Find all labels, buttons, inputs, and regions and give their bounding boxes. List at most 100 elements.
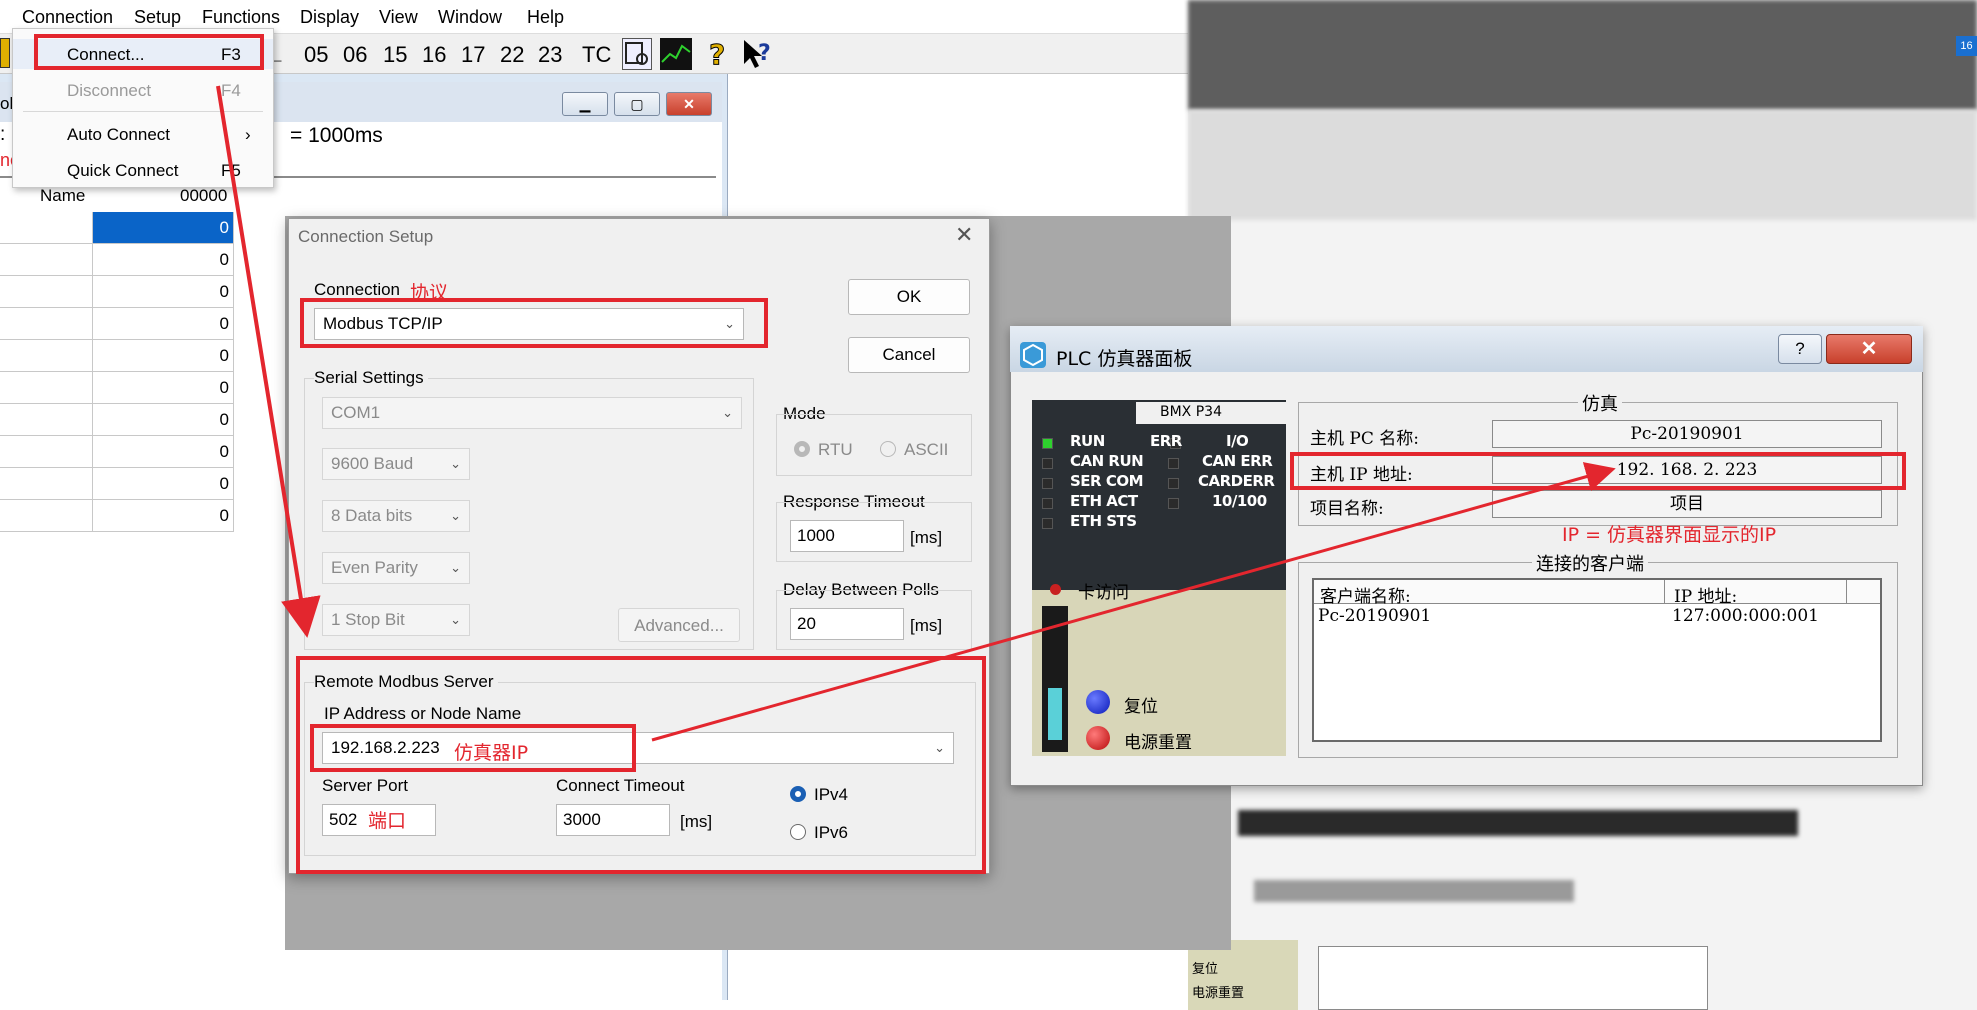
ipv4-radio[interactable] bbox=[790, 786, 806, 802]
row-value-cell[interactable]: 0 bbox=[93, 468, 234, 500]
row-name-cell[interactable] bbox=[0, 308, 93, 340]
delay-polls-input[interactable]: 20 bbox=[790, 608, 904, 640]
can-err-led bbox=[1168, 458, 1179, 469]
plc-close-button[interactable]: ✕ bbox=[1826, 334, 1912, 364]
dialog-title: Connection Setup bbox=[298, 227, 434, 246]
rtu-radio[interactable] bbox=[794, 441, 810, 457]
toolbar-fc-15[interactable]: 15 bbox=[383, 42, 407, 68]
toolbar-help-icon[interactable]: ? bbox=[706, 38, 730, 72]
chevron-right-icon: › bbox=[245, 125, 251, 144]
plc-help-button[interactable]: ? bbox=[1778, 334, 1822, 364]
advanced-button[interactable]: Advanced... bbox=[618, 608, 740, 642]
plc-app-icon bbox=[1020, 342, 1046, 368]
led-label-run: RUN bbox=[1070, 432, 1105, 450]
row-value-cell[interactable]: 0 bbox=[93, 244, 234, 276]
toolbar-fc-06[interactable]: 06 bbox=[343, 42, 367, 68]
minimize-button[interactable]: ▁ bbox=[562, 92, 608, 116]
ok-button[interactable]: OK bbox=[848, 279, 970, 315]
menu-connection[interactable]: Connection bbox=[22, 7, 113, 28]
row-value-cell[interactable]: 0 bbox=[93, 340, 234, 372]
menu-help[interactable]: Help bbox=[527, 7, 564, 28]
row-value-cell[interactable]: 0 bbox=[93, 372, 234, 404]
client-ip-value: 127:000:000:001 bbox=[1672, 606, 1819, 626]
svg-text:?: ? bbox=[758, 41, 771, 66]
chevron-down-icon: ⌄ bbox=[450, 612, 461, 627]
response-timeout-input[interactable]: 1000 bbox=[790, 520, 904, 552]
toolbar-edge-icon[interactable] bbox=[0, 38, 10, 68]
connect-timeout-input[interactable]: 3000 bbox=[556, 804, 670, 836]
menu-window[interactable]: Window bbox=[438, 7, 502, 28]
connection-select[interactable]: Modbus TCP/IP ⌄ bbox=[314, 308, 744, 340]
row-name-cell[interactable] bbox=[0, 244, 93, 276]
plc-title: PLC 仿真器面板 bbox=[1056, 348, 1193, 370]
table-row: 0 bbox=[0, 372, 234, 404]
row-name-cell[interactable] bbox=[0, 212, 93, 244]
client-name-value: Pc-20190901 bbox=[1318, 606, 1432, 626]
led-label-err: ERR bbox=[1150, 432, 1182, 450]
led-label-eth-sts: ETH STS bbox=[1070, 512, 1137, 530]
simulation-group-label: 仿真 bbox=[1578, 390, 1622, 416]
toolbar-context-help-icon[interactable]: ? bbox=[742, 38, 774, 70]
ascii-radio[interactable] bbox=[880, 441, 896, 457]
chevron-down-icon: ⌄ bbox=[450, 560, 461, 575]
com-port-select[interactable]: COM1 ⌄ bbox=[322, 397, 742, 429]
ipv6-radio[interactable] bbox=[790, 824, 806, 840]
row-name-cell[interactable] bbox=[0, 340, 93, 372]
data-bits-select[interactable]: 8 Data bits ⌄ bbox=[322, 500, 470, 532]
row-name-cell[interactable] bbox=[0, 500, 93, 532]
baud-select[interactable]: 9600 Baud ⌄ bbox=[322, 448, 470, 480]
blurred-text-line bbox=[1238, 810, 1798, 836]
menu-item-connect[interactable]: Connect... F3 bbox=[13, 39, 273, 69]
row-value-cell[interactable]: 0 bbox=[93, 404, 234, 436]
menu-item-quick-connect-label: Quick Connect bbox=[67, 161, 179, 180]
close-button[interactable]: ✕ bbox=[666, 92, 712, 116]
row-name-cell[interactable] bbox=[0, 404, 93, 436]
ser-com-led bbox=[1042, 478, 1053, 489]
menu-view[interactable]: View bbox=[379, 7, 418, 28]
delay-ms-label: [ms] bbox=[910, 616, 943, 635]
power-reset-button[interactable] bbox=[1086, 726, 1110, 750]
row-name-cell[interactable] bbox=[0, 372, 93, 404]
parity-select[interactable]: Even Parity ⌄ bbox=[322, 552, 470, 584]
eth-sts-led bbox=[1042, 518, 1053, 529]
menu-setup[interactable]: Setup bbox=[134, 7, 181, 28]
maximize-button[interactable]: ▢ bbox=[614, 92, 660, 116]
menu-functions[interactable]: Functions bbox=[202, 7, 280, 28]
toolbar-tc[interactable]: TC bbox=[582, 42, 611, 68]
reset-button[interactable] bbox=[1086, 690, 1110, 714]
cancel-button[interactable]: Cancel bbox=[848, 337, 970, 373]
menu-display[interactable]: Display bbox=[300, 7, 359, 28]
row-value-cell[interactable]: 0 bbox=[93, 276, 234, 308]
stop-bit-value: 1 Stop Bit bbox=[331, 610, 405, 629]
row-name-cell[interactable] bbox=[0, 276, 93, 308]
row-value-cell[interactable]: 0 bbox=[93, 436, 234, 468]
scan-rate-text: = 1000ms bbox=[290, 124, 383, 147]
toolbar-watch-icon[interactable] bbox=[622, 38, 652, 70]
annotation-port: 端口 bbox=[368, 810, 407, 832]
connection-menu: Connect... F3 Disconnect F4 Auto Connect… bbox=[12, 28, 274, 188]
row-name-cell[interactable] bbox=[0, 436, 93, 468]
menu-item-quick-connect[interactable]: Quick Connect F5 bbox=[13, 155, 273, 185]
row-name-cell[interactable] bbox=[0, 468, 93, 500]
menu-item-disconnect[interactable]: Disconnect F4 bbox=[13, 75, 273, 105]
toolbar-fc-22[interactable]: 22 bbox=[500, 42, 524, 68]
toolbar-fc-05[interactable]: 05 bbox=[304, 42, 328, 68]
row-value-cell[interactable]: 0 bbox=[93, 308, 234, 340]
svg-text:?: ? bbox=[709, 38, 725, 70]
serial-settings-label: Serial Settings bbox=[314, 368, 428, 388]
annotation-ip-note: IP = 仿真器界面显示的IP bbox=[1562, 524, 1777, 546]
toolbar-chart-icon[interactable] bbox=[660, 38, 692, 70]
row-value-cell[interactable]: 0 bbox=[93, 500, 234, 532]
toolbar-fc-16[interactable]: 16 bbox=[422, 42, 446, 68]
toolbar-fc-23[interactable]: 23 bbox=[538, 42, 562, 68]
toolbar-fc-17[interactable]: 17 bbox=[461, 42, 485, 68]
ip-address-input[interactable]: 192.168.2.223 ⌄ bbox=[322, 732, 954, 764]
menu-separator bbox=[23, 111, 263, 112]
client-ip-column: IP 地址: bbox=[1674, 587, 1738, 607]
row-value-cell[interactable]: 0 bbox=[93, 212, 234, 244]
menu-item-connect-label: Connect... bbox=[67, 45, 145, 64]
dialog-close-icon[interactable]: ✕ bbox=[955, 222, 973, 248]
stop-bit-select[interactable]: 1 Stop Bit ⌄ bbox=[322, 604, 470, 636]
menu-item-auto-connect[interactable]: Auto Connect › bbox=[13, 119, 273, 149]
menu-item-disconnect-label: Disconnect bbox=[67, 81, 152, 100]
